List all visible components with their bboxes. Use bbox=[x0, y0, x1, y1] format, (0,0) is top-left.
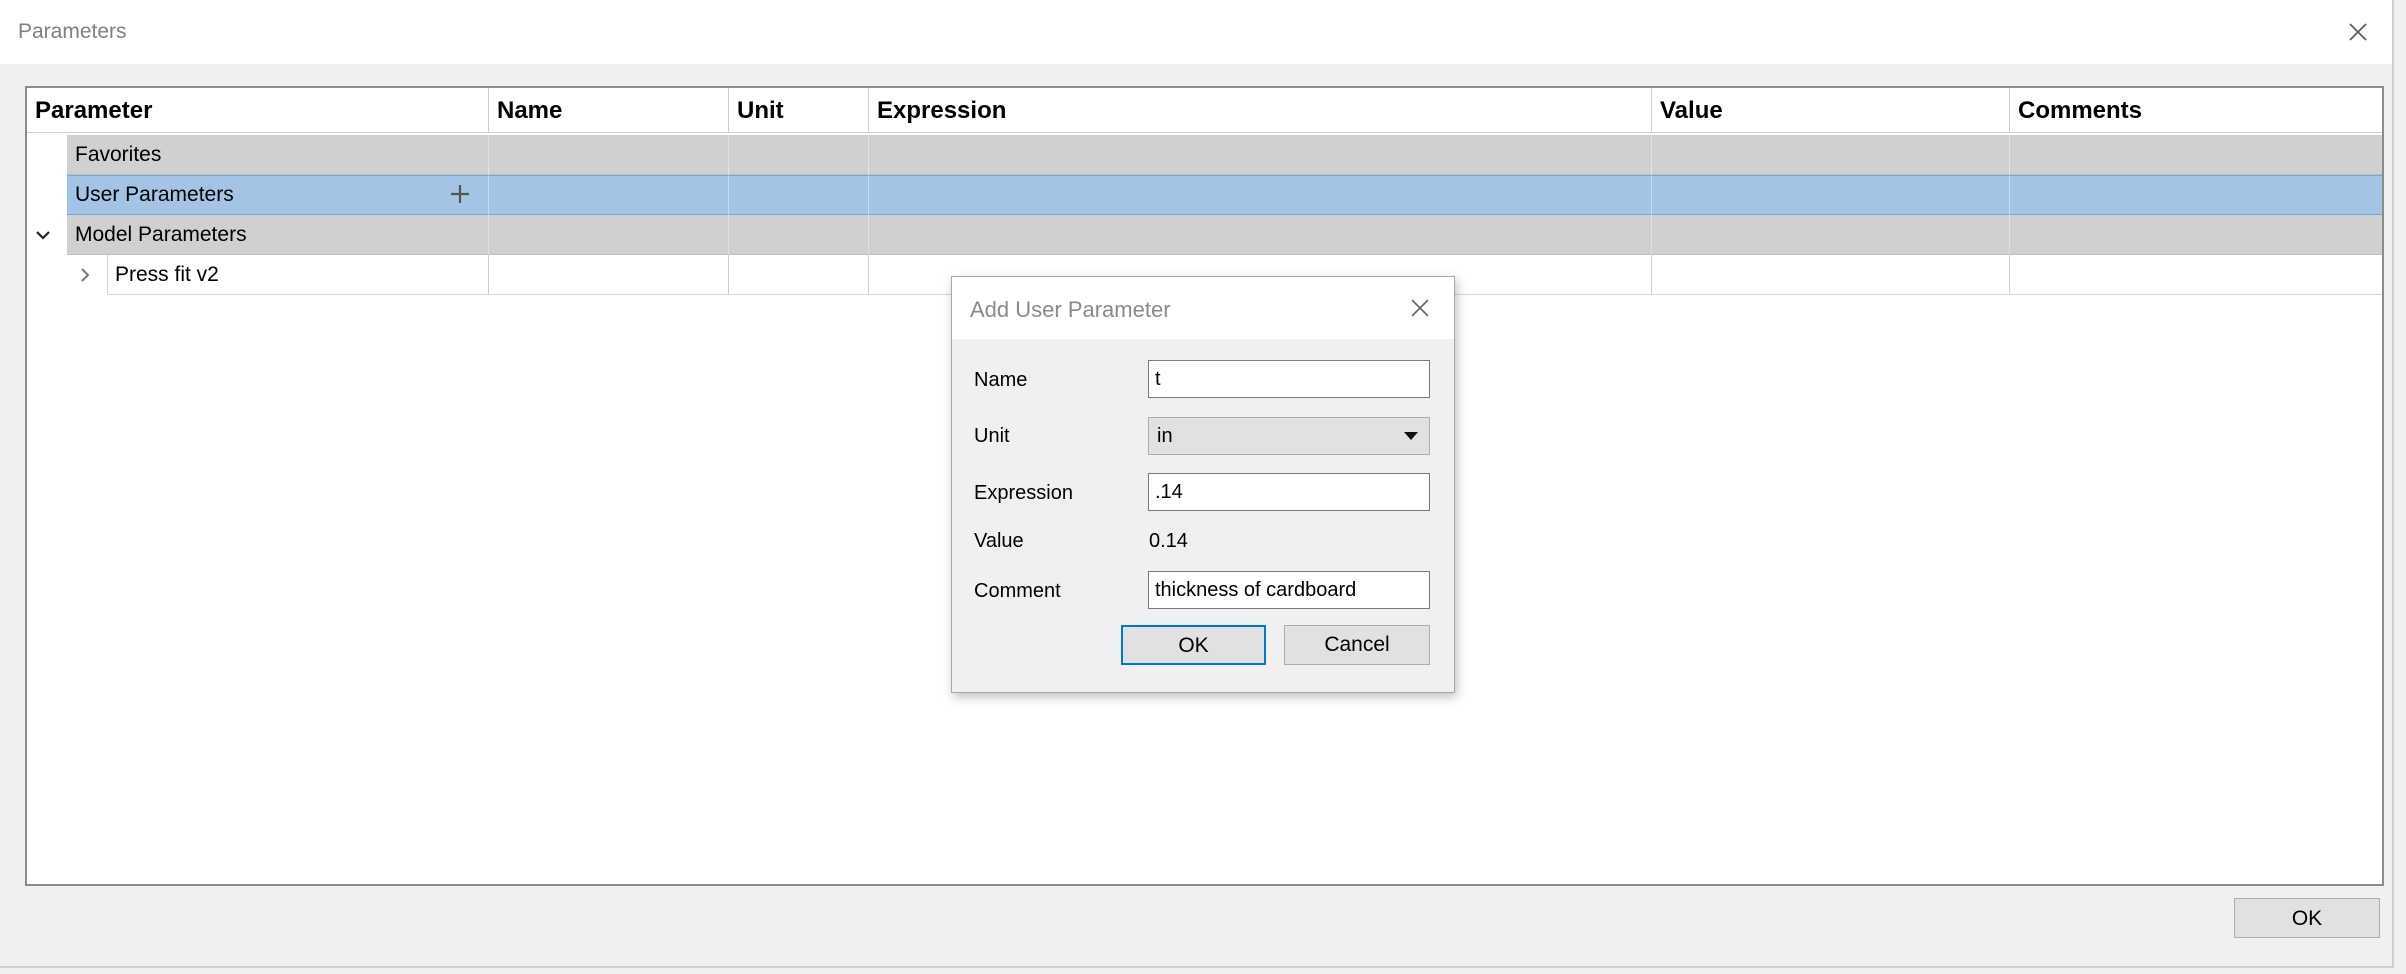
column-header-name[interactable]: Name bbox=[489, 88, 729, 132]
row-label-press-fit: Press fit v2 bbox=[115, 263, 219, 286]
table-row-favorites[interactable]: Favorites bbox=[27, 135, 2382, 175]
window-titlebar: Parameters bbox=[0, 0, 2392, 64]
dialog-close-button[interactable] bbox=[1404, 292, 1436, 324]
dialog-cancel-button[interactable]: Cancel bbox=[1284, 625, 1430, 665]
dropdown-arrow-icon bbox=[1404, 432, 1418, 440]
column-header-expression[interactable]: Expression bbox=[869, 88, 1652, 132]
dialog-titlebar: Add User Parameter bbox=[952, 277, 1454, 339]
comment-input[interactable] bbox=[1148, 571, 1430, 609]
name-input[interactable] bbox=[1148, 360, 1430, 398]
add-user-parameter-dialog: Add User Parameter Name Unit in Expressi… bbox=[951, 276, 1455, 693]
unit-label: Unit bbox=[974, 425, 1010, 447]
comment-label: Comment bbox=[974, 580, 1061, 602]
chevron-down-icon[interactable] bbox=[33, 225, 53, 245]
table-row-model-parameters[interactable]: Model Parameters bbox=[27, 215, 2382, 255]
value-readout: 0.14 bbox=[1149, 530, 1188, 552]
table-header: Parameter Name Unit Expression Value Com… bbox=[27, 88, 2382, 133]
name-label: Name bbox=[974, 369, 1028, 391]
unit-select[interactable]: in bbox=[1148, 417, 1430, 455]
close-icon bbox=[2349, 23, 2367, 41]
window-ok-button[interactable]: OK bbox=[2234, 898, 2380, 938]
row-label-favorites: Favorites bbox=[75, 143, 162, 166]
row-label-model-parameters: Model Parameters bbox=[75, 223, 247, 246]
dialog-title: Add User Parameter bbox=[970, 297, 1171, 322]
window-close-button[interactable] bbox=[2338, 12, 2378, 52]
add-icon[interactable] bbox=[447, 181, 473, 207]
expression-input[interactable] bbox=[1148, 473, 1430, 511]
chevron-right-icon[interactable] bbox=[75, 265, 95, 285]
column-header-parameter[interactable]: Parameter bbox=[27, 88, 489, 132]
value-label: Value bbox=[974, 530, 1024, 552]
dialog-ok-button[interactable]: OK bbox=[1121, 625, 1266, 665]
column-header-comments[interactable]: Comments bbox=[2010, 88, 2382, 132]
close-icon bbox=[1411, 299, 1429, 317]
row-label-user-parameters: User Parameters bbox=[75, 183, 234, 206]
column-header-value[interactable]: Value bbox=[1652, 88, 2010, 132]
expression-label: Expression bbox=[974, 482, 1073, 504]
table-row-user-parameters[interactable]: User Parameters bbox=[27, 175, 2382, 215]
column-header-unit[interactable]: Unit bbox=[729, 88, 869, 132]
unit-selected-value: in bbox=[1157, 425, 1173, 447]
window-title: Parameters bbox=[18, 20, 127, 43]
